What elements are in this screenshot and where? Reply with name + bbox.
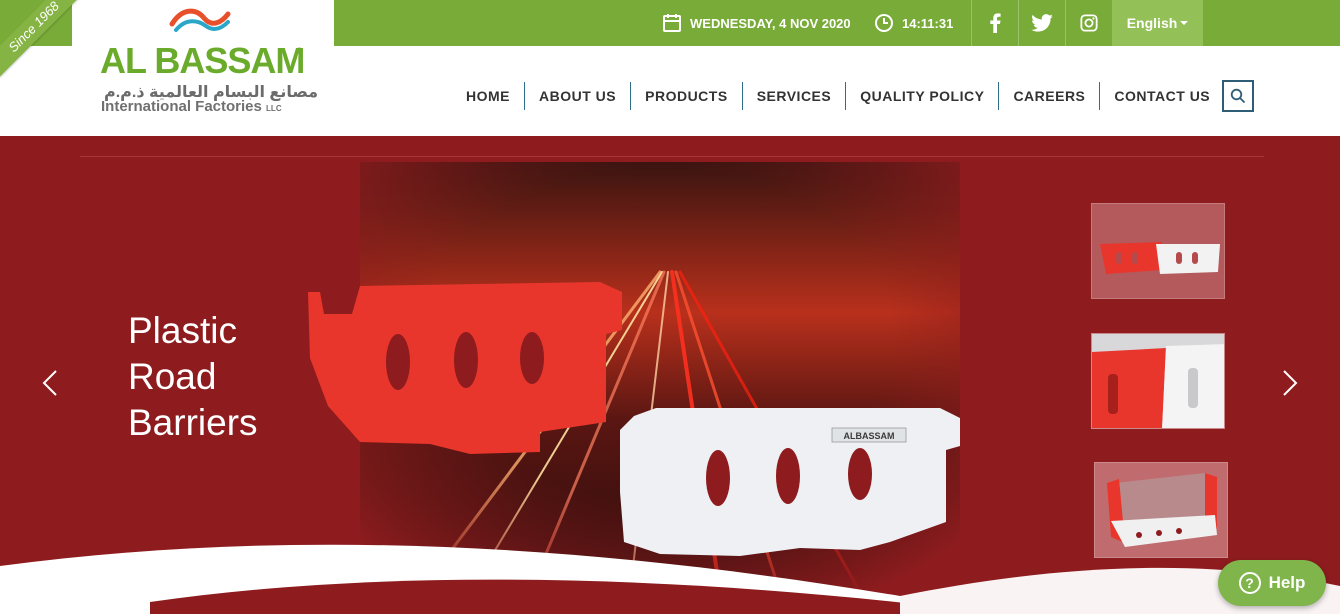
nav-about-us[interactable]: ABOUT US [525, 82, 632, 110]
nav-quality-policy[interactable]: QUALITY POLICY [846, 82, 1000, 110]
language-label: English [1126, 15, 1178, 31]
time-display: 14:11:31 [874, 0, 953, 46]
main-nav: HOME ABOUT US PRODUCTS SERVICES QUALITY … [452, 82, 1224, 110]
thumbnail-image-2 [1092, 334, 1224, 428]
slide-title-line1: Plastic [128, 310, 237, 351]
logo-name: AL BASSAM [100, 40, 305, 81]
slide-title-line3: Barriers [128, 402, 258, 443]
facebook-icon [990, 13, 1001, 33]
nav-products[interactable]: PRODUCTS [631, 82, 743, 110]
hero-divider [80, 156, 1264, 157]
instagram-icon [1080, 14, 1098, 32]
facebook-link[interactable] [971, 0, 1018, 46]
chevron-left-icon[interactable] [40, 368, 60, 398]
clock-icon [875, 14, 893, 32]
help-label: Help [1268, 573, 1306, 592]
search-button[interactable] [1222, 80, 1254, 112]
barrier-label: ALBASSAM [844, 431, 895, 441]
date-display: WEDNESDAY, 4 NOV 2020 [662, 0, 851, 46]
top-bar: WEDNESDAY, 4 NOV 2020 14:11:31 English [334, 0, 1340, 46]
nav-contact-us[interactable]: CONTACT US [1100, 82, 1224, 110]
date-text: WEDNESDAY, 4 NOV 2020 [690, 15, 851, 31]
nav-careers[interactable]: CAREERS [999, 82, 1101, 110]
slide-thumbnail-2[interactable] [1091, 333, 1225, 429]
hero-slider: ALBASSAM Plastic Road Barriers [0, 136, 1340, 614]
calendar-icon [663, 14, 681, 32]
language-dropdown[interactable]: English [1112, 0, 1203, 46]
slide-thumbnail-1[interactable] [1091, 203, 1225, 299]
white-barrier: ALBASSAM [620, 408, 960, 556]
page: Since 1968 AL BASSAM ® مصانع البسام العا… [0, 0, 1340, 614]
time-text: 14:11:31 [902, 15, 954, 31]
help-icon: ? [1238, 572, 1261, 594]
nav-services[interactable]: SERVICES [743, 82, 847, 110]
thumbnail-image-1 [1100, 242, 1220, 274]
instagram-link[interactable] [1065, 0, 1112, 46]
caret-down-icon [1180, 21, 1189, 25]
nav-home[interactable]: HOME [452, 82, 525, 110]
hero-image: ALBASSAM [308, 162, 960, 592]
registered-mark: ® [296, 46, 303, 56]
slide-title-line2: Road [128, 356, 217, 397]
search-icon [1230, 88, 1246, 104]
help-button[interactable]: ? Help [1218, 560, 1326, 606]
twitter-link[interactable] [1018, 0, 1065, 46]
logo-subtitle-text: International Factories [101, 98, 262, 115]
logo-swirl-icon [169, 8, 231, 32]
slide-title: Plastic Road Barriers [128, 308, 258, 446]
logo-llc: LLC [266, 104, 282, 113]
logo-subtitle: International Factories LLC [101, 98, 282, 115]
chevron-right-icon[interactable] [1280, 368, 1300, 398]
twitter-icon [1031, 14, 1053, 32]
logo[interactable]: AL BASSAM ® مصانع البسام العالمية ذ.م.م … [72, 0, 334, 136]
decorative-wave [0, 544, 1340, 614]
